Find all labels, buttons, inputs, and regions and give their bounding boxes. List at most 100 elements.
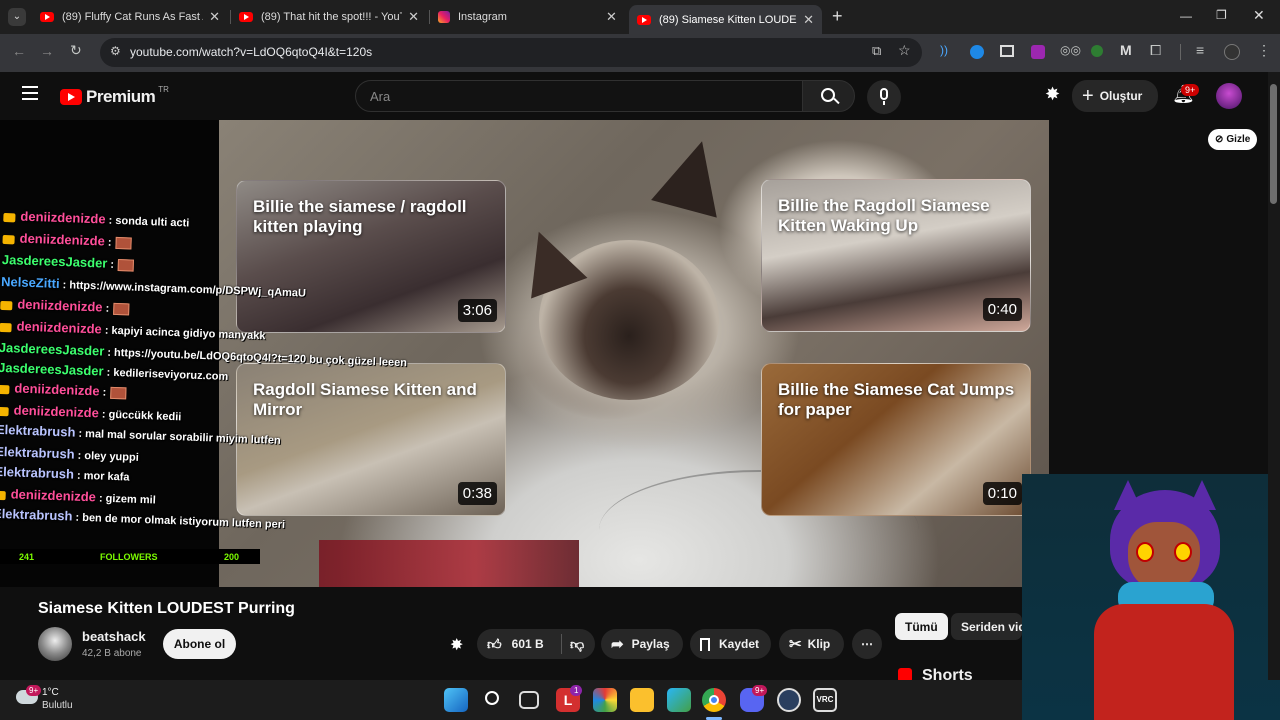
page-scrollbar[interactable] <box>1268 72 1280 680</box>
url-text[interactable]: youtube.com/watch?v=LdOQ6qtoQ4I&t=120s <box>130 45 372 59</box>
bookmark-star-icon[interactable]: ☆ <box>898 42 911 59</box>
tab-search-button[interactable]: ⌄ <box>8 8 26 26</box>
more-icon: ⋯ <box>861 637 873 651</box>
microsoft-365-icon[interactable] <box>593 688 617 712</box>
avatar-coat <box>1094 604 1234 720</box>
youtube-icon <box>40 12 54 22</box>
chat-text: : ben de mor olmak istiyorum lutfen peri <box>72 511 286 532</box>
search-input[interactable]: Ara <box>355 80 803 112</box>
chat-text: : <box>107 258 115 271</box>
weather-badge: 9+ <box>26 685 42 696</box>
chat-message: Elektrabrush : oley yuppi <box>0 444 139 464</box>
chat-emote-icon <box>117 259 135 272</box>
studio-gear-icon[interactable]: ✸ <box>450 635 463 655</box>
avatar-ear-right <box>1188 480 1216 510</box>
extension-window-icon[interactable] <box>1000 45 1014 57</box>
browser-tab-4[interactable]: (89) Siamese Kitten LOUDEST P ✕ <box>629 5 822 34</box>
like-button[interactable]: 👍︎ 601 B <box>477 636 561 653</box>
chip-from-series[interactable]: Seriden vide <box>951 613 1022 640</box>
steam-icon[interactable] <box>777 688 801 712</box>
share-button[interactable]: ➦ Paylaş <box>601 629 683 659</box>
chat-message: NelseZitti : https://www.instagram.com/p… <box>1 274 306 300</box>
extension-glasses-icon[interactable]: ◎◎ <box>1060 43 1081 57</box>
vrchat-icon[interactable]: VRC <box>813 688 837 712</box>
clip-button[interactable]: ✂ Klip <box>779 629 844 659</box>
discord-badge: 9+ <box>752 685 768 696</box>
address-bar[interactable]: ⚙ youtube.com/watch?v=LdOQ6qtoQ4I&t=120s… <box>100 38 922 67</box>
extension-wave-icon[interactable]: )) <box>940 43 948 57</box>
channel-name[interactable]: beatshack <box>82 629 146 644</box>
microsoft-store-icon[interactable] <box>667 688 691 712</box>
site-info-icon[interactable]: ⚙ <box>110 44 121 58</box>
browser-tab-2[interactable]: (89) That hit the spot!!! - YouTu ✕ <box>231 5 427 29</box>
save-button[interactable]: Kaydet <box>690 629 771 659</box>
chat-text: : mal mal sorular sorabilir miyim lutfen <box>75 427 281 447</box>
hamburger-menu-icon[interactable] <box>22 86 38 100</box>
chat-username: JasdereesJasder <box>1 251 108 271</box>
scissors-icon: ✂ <box>789 636 802 653</box>
minimize-icon[interactable]: — <box>1180 9 1192 23</box>
install-app-icon[interactable]: ⧉ <box>872 43 881 59</box>
youtube-logo[interactable]: Premium TR <box>60 85 169 107</box>
file-explorer-icon[interactable] <box>630 688 654 712</box>
search-button[interactable] <box>802 80 855 112</box>
taskbar-search-icon[interactable] <box>482 688 506 712</box>
extension-purple-icon[interactable] <box>1031 45 1045 59</box>
dislike-button[interactable]: 👎︎ <box>562 636 584 653</box>
window-close-icon[interactable]: ✕ <box>1253 7 1265 24</box>
browser-tab-3[interactable]: Instagram ✕ <box>430 5 626 29</box>
media-control-icon[interactable]: ≡ <box>1196 42 1204 58</box>
chat-message: deniizdenizde : gizem mil <box>0 486 156 507</box>
forward-icon[interactable]: → <box>40 43 54 59</box>
create-label: Oluştur <box>1099 89 1143 103</box>
share-icon: ➦ <box>611 636 624 653</box>
shorts-heading: Shorts <box>898 668 1022 680</box>
back-icon[interactable]: ← <box>12 43 26 59</box>
channel-avatar[interactable] <box>38 627 72 661</box>
chat-username: JasdereesJasder <box>0 359 104 379</box>
browser-tab-1[interactable]: (89) Fluffy Cat Runs As Fast As A ✕ <box>32 5 228 29</box>
shorts-icon <box>898 668 912 680</box>
new-tab-button[interactable]: + <box>832 6 843 27</box>
chat-text: : gizem mil <box>95 492 156 507</box>
close-icon[interactable]: ✕ <box>606 9 617 25</box>
chat-username: JasdereesJasder <box>0 339 105 359</box>
tab-title: (89) That hit the spot!!! - YouTu <box>261 11 403 23</box>
end-screen-card-4[interactable]: Billie the Siamese Cat Jumps for paper 0… <box>761 363 1031 516</box>
subscribe-button[interactable]: Abone ol <box>163 629 236 659</box>
chrome-icon[interactable] <box>702 688 726 712</box>
close-icon[interactable]: ✕ <box>408 9 419 25</box>
chip-all[interactable]: Tümü <box>895 613 948 640</box>
card-duration: 0:38 <box>457 482 497 505</box>
extension-m-icon[interactable]: M <box>1120 42 1132 58</box>
notifications-badge: 9+ <box>1181 84 1200 96</box>
create-button[interactable]: + Oluştur <box>1072 80 1158 112</box>
close-icon[interactable]: ✕ <box>803 12 814 28</box>
extensions-puzzle-icon[interactable]: ⧠ <box>1150 42 1161 59</box>
extension-blue-icon[interactable] <box>970 45 984 59</box>
hide-chip[interactable]: ⊘ Gizle <box>1208 129 1258 150</box>
account-avatar[interactable] <box>1216 83 1242 109</box>
profile-avatar-icon[interactable] <box>1224 44 1240 60</box>
video-right-letterbox: ⊘ Gizle <box>1049 120 1268 474</box>
task-view-icon[interactable] <box>519 691 539 709</box>
bookmark-icon <box>700 637 710 651</box>
weather-temperature[interactable]: 1°C <box>42 687 59 698</box>
studio-gear-icon[interactable]: ✸ <box>1045 84 1060 105</box>
extension-green-icon[interactable] <box>1091 45 1103 57</box>
followers-goal: 200 <box>224 552 240 562</box>
reload-icon[interactable]: ↻ <box>70 42 82 59</box>
voice-search-button[interactable] <box>867 80 901 114</box>
chat-username: deniizdenizde <box>10 486 97 505</box>
end-screen-card-2[interactable]: Billie the Ragdoll Siamese Kitten Waking… <box>761 179 1031 332</box>
weather-condition[interactable]: Bulutlu <box>42 700 73 711</box>
browser-menu-icon[interactable]: ⋮ <box>1257 42 1271 59</box>
chat-text: : kedileriseviyoruz.com <box>103 366 229 383</box>
more-actions-button[interactable]: ⋯ <box>852 629 882 659</box>
windows-start-icon[interactable] <box>444 688 468 712</box>
scrollbar-thumb[interactable] <box>1270 84 1277 204</box>
chat-message: JasdereesJasder : <box>2 252 135 272</box>
restore-icon[interactable]: ❐ <box>1216 8 1227 22</box>
close-icon[interactable]: ✕ <box>209 9 220 25</box>
chat-text: : <box>104 236 112 249</box>
